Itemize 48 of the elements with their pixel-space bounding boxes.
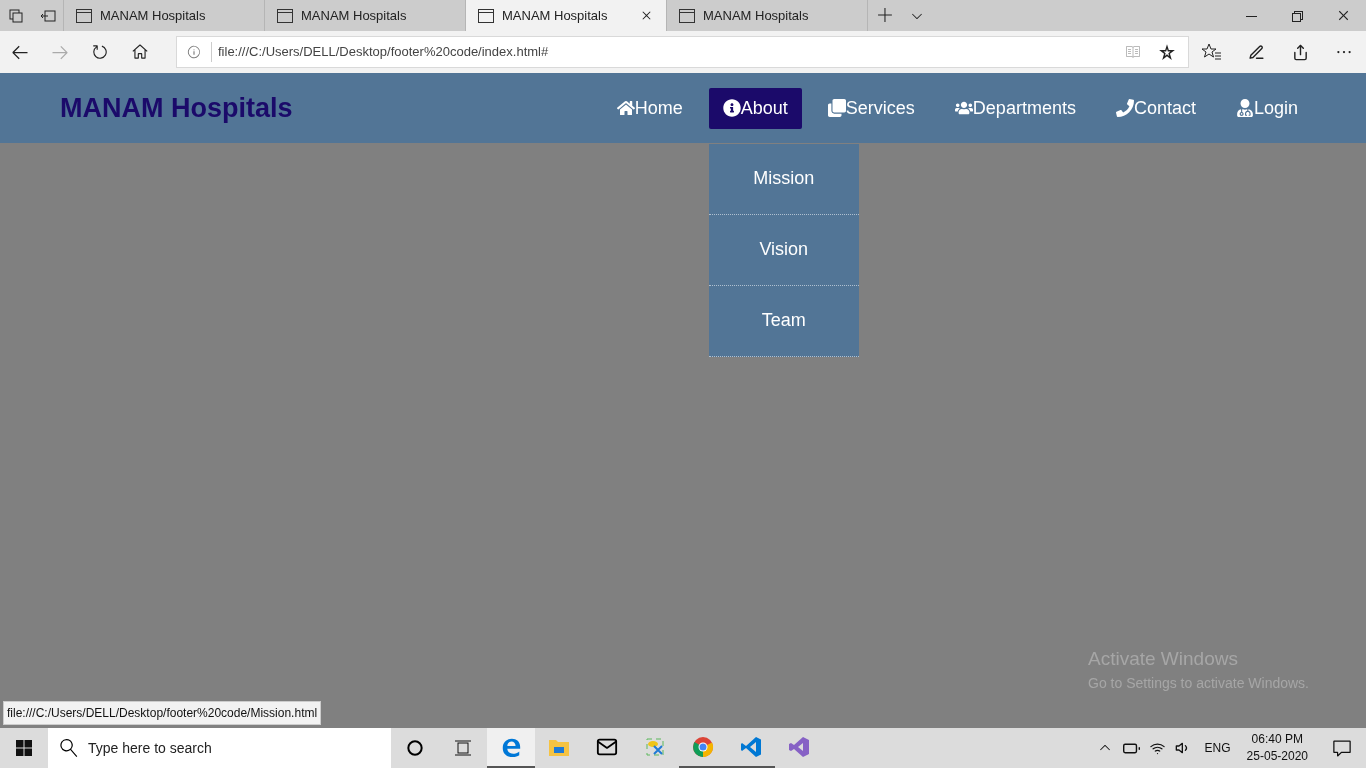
url-text: file:///C:/Users/DELL/Desktop/footer%20code/index.html#: [218, 43, 550, 62]
language-indicator[interactable]: ENG: [1204, 739, 1231, 757]
search-icon: [60, 739, 78, 757]
star-icon[interactable]: [1158, 43, 1176, 61]
code-editor-icon: [740, 736, 762, 758]
wifi-icon[interactable]: [1149, 740, 1165, 756]
info-icon: [722, 99, 741, 117]
address-bar[interactable]: file:///C:/Users/DELL/Desktop/footer%20code/index.html#: [176, 36, 1189, 68]
clock-time: 06:40 PM: [1251, 731, 1303, 748]
tool-icon: [644, 736, 666, 758]
nav-link[interactable]: Home: [602, 87, 697, 129]
folder-icon: [548, 737, 570, 757]
stacked-squares-icon: [827, 99, 846, 117]
page-icon: [277, 8, 293, 23]
nav-link[interactable]: Contact: [1101, 87, 1210, 129]
house-icon: [616, 99, 635, 117]
phone-icon: [1115, 99, 1134, 117]
status-url: file:///C:/Users/DELL/Desktop/footer%20code/Mission.html: [3, 701, 322, 725]
brand-title: MANAM Hospitals: [60, 91, 293, 125]
nav-link[interactable]: Departments: [940, 87, 1090, 129]
page-icon: [679, 8, 695, 23]
nav-link[interactable]: Login: [1221, 87, 1312, 129]
nav-link[interactable]: About: [708, 87, 802, 129]
dropdown-item[interactable]: Mission: [708, 143, 859, 215]
tab-title: MANAM Hospitals: [703, 6, 810, 25]
dropdown-item[interactable]: Team: [708, 285, 859, 357]
tab-title: MANAM Hospitals: [100, 6, 207, 25]
browser-tab[interactable]: MANAM Hospitals: [466, 0, 667, 31]
edge-icon: [500, 736, 522, 758]
chrome-icon: [692, 736, 714, 758]
favorites-list-icon[interactable]: [1202, 43, 1223, 61]
search-field[interactable]: Type here to search: [48, 728, 391, 768]
pen-icon[interactable]: [1248, 43, 1266, 61]
page-icon: [478, 8, 494, 23]
taskbar-app[interactable]: [487, 728, 535, 768]
visual-studio-icon: [788, 736, 810, 758]
nav-link[interactable]: Services: [813, 87, 929, 129]
envelope-icon: [596, 736, 618, 758]
dropdown-item[interactable]: Vision: [708, 214, 859, 286]
info-icon: [187, 45, 201, 59]
clock-date: 25-05-2020: [1246, 748, 1308, 765]
tab-title: MANAM Hospitals: [502, 6, 609, 25]
page-icon: [76, 8, 92, 23]
people-icon: [954, 99, 973, 117]
user-icon: [1235, 99, 1254, 117]
tab-title: MANAM Hospitals: [301, 6, 408, 25]
search-input[interactable]: Type here to search: [88, 737, 379, 759]
share-icon[interactable]: [1291, 43, 1309, 61]
